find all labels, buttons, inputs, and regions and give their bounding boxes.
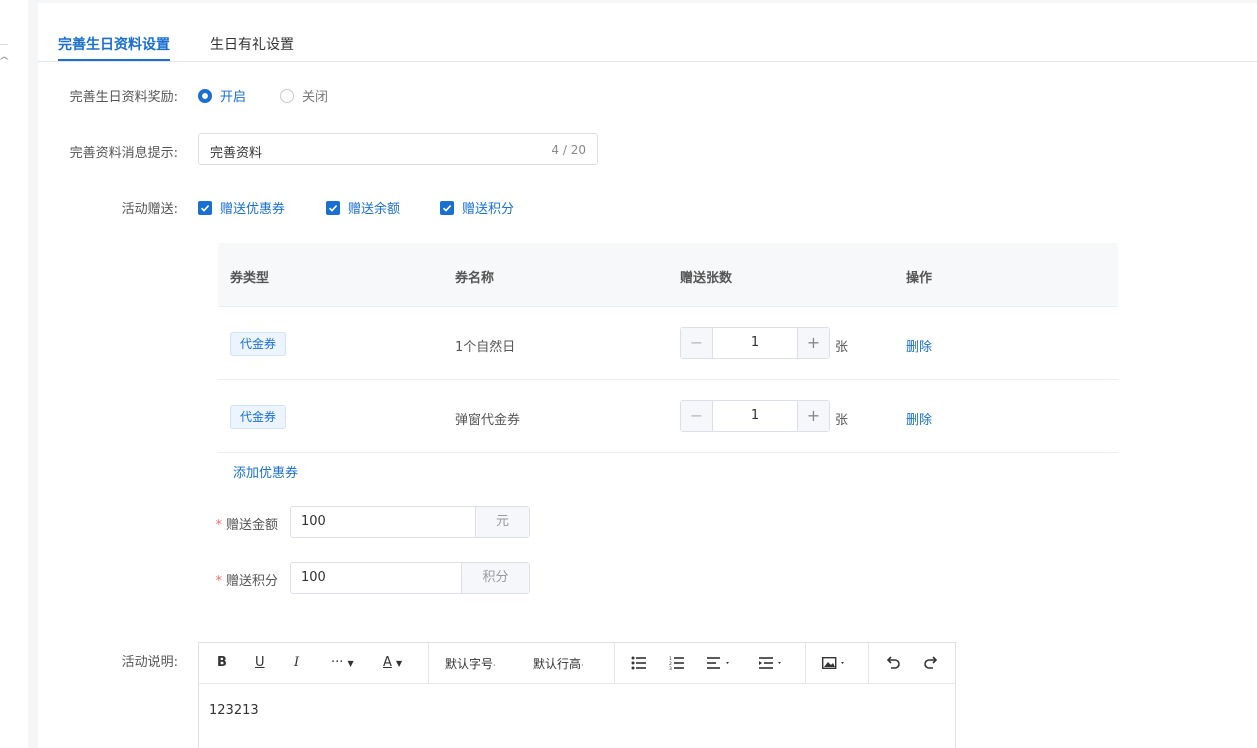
checkbox-checked-icon bbox=[326, 200, 340, 215]
points-suffix: 积分 bbox=[461, 563, 529, 593]
tab-bar: 完善生日资料设置 生日有礼设置 bbox=[38, 3, 1257, 62]
tab-birthday-gift-settings[interactable]: 生日有礼设置 bbox=[210, 34, 294, 54]
radio-enable-label: 开启 bbox=[220, 90, 247, 105]
decrement-button[interactable]: − bbox=[681, 401, 713, 431]
table-row: 代金券 1个自然日 − 1 + 张 删除 bbox=[218, 307, 1118, 380]
redo-icon[interactable] bbox=[923, 655, 939, 675]
char-count: 4 / 20 bbox=[551, 143, 586, 157]
amount-input[interactable]: 100 元 bbox=[290, 506, 530, 538]
message-input-value: 完善资料 bbox=[210, 146, 263, 161]
points-label-text: 赠送积分 bbox=[225, 574, 278, 589]
radio-dot-icon bbox=[198, 88, 212, 103]
increment-button[interactable]: + bbox=[797, 401, 829, 431]
delete-link[interactable]: 删除 bbox=[906, 409, 932, 428]
caret-down-icon: ▼ bbox=[396, 659, 403, 668]
add-coupon-link[interactable]: 添加优惠券 bbox=[233, 462, 298, 481]
coupon-name: 1个自然日 bbox=[455, 340, 516, 355]
gift-label: 活动赠送: bbox=[121, 202, 178, 217]
toolbar-divider bbox=[805, 643, 806, 684]
caret-down-icon: · bbox=[581, 661, 584, 670]
rich-text-editor: B U I ··· ▼ A ▼ 默认字号· 默认行高· 123 123213 bbox=[198, 642, 956, 748]
quantity-unit: 张 bbox=[835, 340, 849, 355]
quantity-unit: 张 bbox=[835, 413, 849, 428]
indent-icon[interactable] bbox=[759, 656, 785, 674]
chevron-up-icon[interactable]: ^ bbox=[0, 56, 10, 67]
checkbox-gift-points-label: 赠送积分 bbox=[462, 202, 515, 217]
checkbox-gift-coupon[interactable]: 赠送优惠券 bbox=[198, 198, 285, 217]
coupon-type-tag: 代金券 bbox=[230, 405, 287, 429]
quantity-stepper[interactable]: − 1 + bbox=[680, 400, 830, 432]
radio-disable[interactable]: 关闭 bbox=[280, 86, 328, 105]
header-quantity: 赠送张数 bbox=[680, 271, 733, 286]
header-action: 操作 bbox=[906, 271, 933, 286]
font-size-label: 默认字号 bbox=[445, 657, 494, 671]
description-label: 活动说明: bbox=[121, 655, 178, 670]
font-color-icon: A bbox=[383, 655, 392, 670]
points-input[interactable]: 100 积分 bbox=[290, 562, 530, 594]
more-button[interactable]: ··· ▼ bbox=[331, 655, 354, 670]
quantity-value[interactable]: 1 bbox=[713, 328, 797, 358]
required-marker: * bbox=[215, 574, 222, 589]
more-icon: ··· bbox=[331, 655, 344, 670]
toolbar-divider bbox=[428, 643, 429, 684]
header-coupon-type: 券类型 bbox=[230, 271, 270, 286]
amount-label-text: 赠送金额 bbox=[225, 518, 278, 533]
settings-panel: 完善生日资料设置 生日有礼设置 完善生日资料奖励: 开启 关闭 完善资料消息提示… bbox=[38, 3, 1257, 748]
amount-label: * 赠送金额 bbox=[178, 514, 278, 533]
points-value[interactable]: 100 bbox=[291, 563, 461, 593]
underline-button[interactable]: U bbox=[255, 655, 265, 670]
line-height-label: 默认行高 bbox=[533, 657, 582, 671]
numbered-list-icon[interactable]: 123 bbox=[669, 656, 685, 674]
bullet-list-icon[interactable] bbox=[631, 656, 647, 674]
points-label: * 赠送积分 bbox=[178, 570, 278, 589]
align-icon[interactable] bbox=[707, 656, 733, 674]
header-coupon-name: 券名称 bbox=[455, 271, 495, 286]
toolbar-divider bbox=[868, 643, 869, 684]
amount-suffix: 元 bbox=[475, 507, 529, 537]
checkbox-gift-points[interactable]: 赠送积分 bbox=[440, 198, 514, 217]
bold-button[interactable]: B bbox=[217, 655, 227, 670]
sidebar-divider bbox=[0, 44, 8, 45]
coupon-name: 弹窗代金券 bbox=[455, 413, 521, 428]
svg-text:3: 3 bbox=[669, 666, 672, 670]
italic-button[interactable]: I bbox=[294, 655, 299, 670]
caret-down-icon: · bbox=[493, 661, 496, 670]
coupon-type-tag: 代金券 bbox=[230, 332, 287, 356]
checkbox-checked-icon bbox=[440, 200, 454, 215]
message-input[interactable]: 完善资料 4 / 20 bbox=[198, 133, 598, 165]
reward-label: 完善生日资料奖励: bbox=[69, 90, 178, 105]
checkbox-gift-coupon-label: 赠送优惠券 bbox=[220, 202, 286, 217]
font-color-button[interactable]: A ▼ bbox=[383, 655, 402, 670]
required-marker: * bbox=[215, 518, 222, 533]
active-tab-indicator bbox=[58, 59, 170, 61]
table-header: 券类型 券名称 赠送张数 操作 bbox=[218, 243, 1118, 307]
table-row: 代金券 弹窗代金券 − 1 + 张 删除 bbox=[218, 380, 1118, 453]
toolbar-divider bbox=[614, 643, 615, 684]
image-icon[interactable] bbox=[821, 656, 850, 674]
delete-link[interactable]: 删除 bbox=[906, 336, 932, 355]
caret-down-icon: ▼ bbox=[347, 659, 354, 668]
line-height-select[interactable]: 默认行高· bbox=[533, 655, 584, 672]
radio-enable[interactable]: 开启 bbox=[198, 86, 246, 105]
message-label: 完善资料消息提示: bbox=[69, 146, 178, 161]
quantity-value[interactable]: 1 bbox=[713, 401, 797, 431]
decrement-button[interactable]: − bbox=[681, 328, 713, 358]
radio-dot-icon bbox=[280, 88, 294, 103]
left-sidebar-strip: ^ bbox=[0, 0, 28, 748]
undo-icon[interactable] bbox=[885, 655, 901, 675]
increment-button[interactable]: + bbox=[797, 328, 829, 358]
radio-disable-label: 关闭 bbox=[302, 90, 329, 105]
checkbox-gift-balance-label: 赠送余额 bbox=[348, 202, 401, 217]
amount-value[interactable]: 100 bbox=[291, 507, 475, 537]
editor-content[interactable]: 123213 bbox=[209, 703, 259, 718]
coupon-table: 券类型 券名称 赠送张数 操作 代金券 1个自然日 − 1 + 张 删除 代金券… bbox=[218, 243, 1118, 453]
editor-toolbar: B U I ··· ▼ A ▼ 默认字号· 默认行高· 123 bbox=[199, 643, 955, 684]
checkbox-checked-icon bbox=[198, 200, 212, 215]
quantity-stepper[interactable]: − 1 + bbox=[680, 327, 830, 359]
tab-birthday-profile-settings[interactable]: 完善生日资料设置 bbox=[58, 34, 170, 54]
font-size-select[interactable]: 默认字号· bbox=[445, 655, 496, 672]
checkbox-gift-balance[interactable]: 赠送余额 bbox=[326, 198, 400, 217]
